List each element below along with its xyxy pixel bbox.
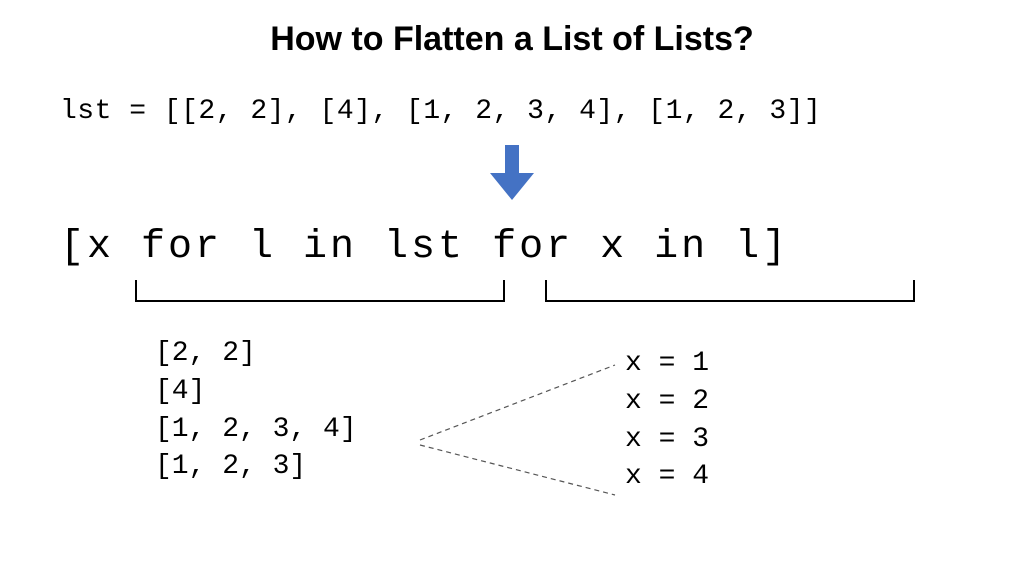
- connector-dashes: [385, 330, 625, 510]
- inner-loop-values: x = 1 x = 2 x = 3 x = 4: [625, 345, 709, 496]
- code-comprehension: [x for l in lst for x in l]: [60, 225, 789, 270]
- arrow-down-icon: [490, 145, 534, 200]
- bracket-inner-loop: [545, 280, 915, 302]
- code-lst-definition: lst = [[2, 2], [4], [1, 2, 3, 4], [1, 2,…: [60, 96, 821, 127]
- page-title: How to Flatten a List of Lists?: [0, 20, 1024, 59]
- bracket-outer-loop: [135, 280, 505, 302]
- outer-loop-values: [2, 2] [4] [1, 2, 3, 4] [1, 2, 3]: [155, 335, 357, 486]
